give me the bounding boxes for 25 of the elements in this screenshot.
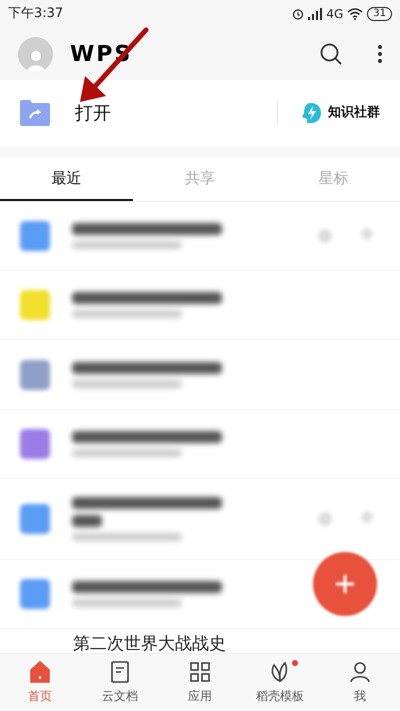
document-icon (108, 660, 132, 684)
nav-item[interactable]: 云文档 (80, 654, 160, 711)
search-icon[interactable] (320, 43, 342, 65)
community-link[interactable]: 知识社群 (328, 103, 380, 123)
battery-indicator: 31 (367, 7, 392, 21)
folder-icon (20, 100, 50, 126)
plus-icon (334, 573, 356, 595)
alarm-icon (292, 8, 304, 20)
file-title: 第二次世界大战战史 (73, 636, 226, 653)
lightning-head-icon (300, 102, 322, 124)
nav-item[interactable]: 稻壳模板 (240, 654, 320, 711)
person-icon (348, 660, 372, 684)
add-button[interactable] (313, 552, 377, 616)
more-icon[interactable] (378, 45, 382, 63)
wifi-icon (347, 8, 364, 20)
status-time: 下午3:37 (8, 5, 64, 24)
nav-item[interactable]: 我 (320, 654, 400, 711)
tab[interactable]: 最近 (0, 158, 134, 201)
blurred-title (72, 514, 102, 527)
open-button[interactable]: 打开 (75, 100, 111, 126)
nav-item[interactable]: 应用 (160, 654, 240, 711)
signal-icon (308, 8, 322, 20)
home-icon (28, 660, 52, 684)
network-label: 4G (326, 6, 344, 23)
grid-icon (188, 660, 212, 684)
